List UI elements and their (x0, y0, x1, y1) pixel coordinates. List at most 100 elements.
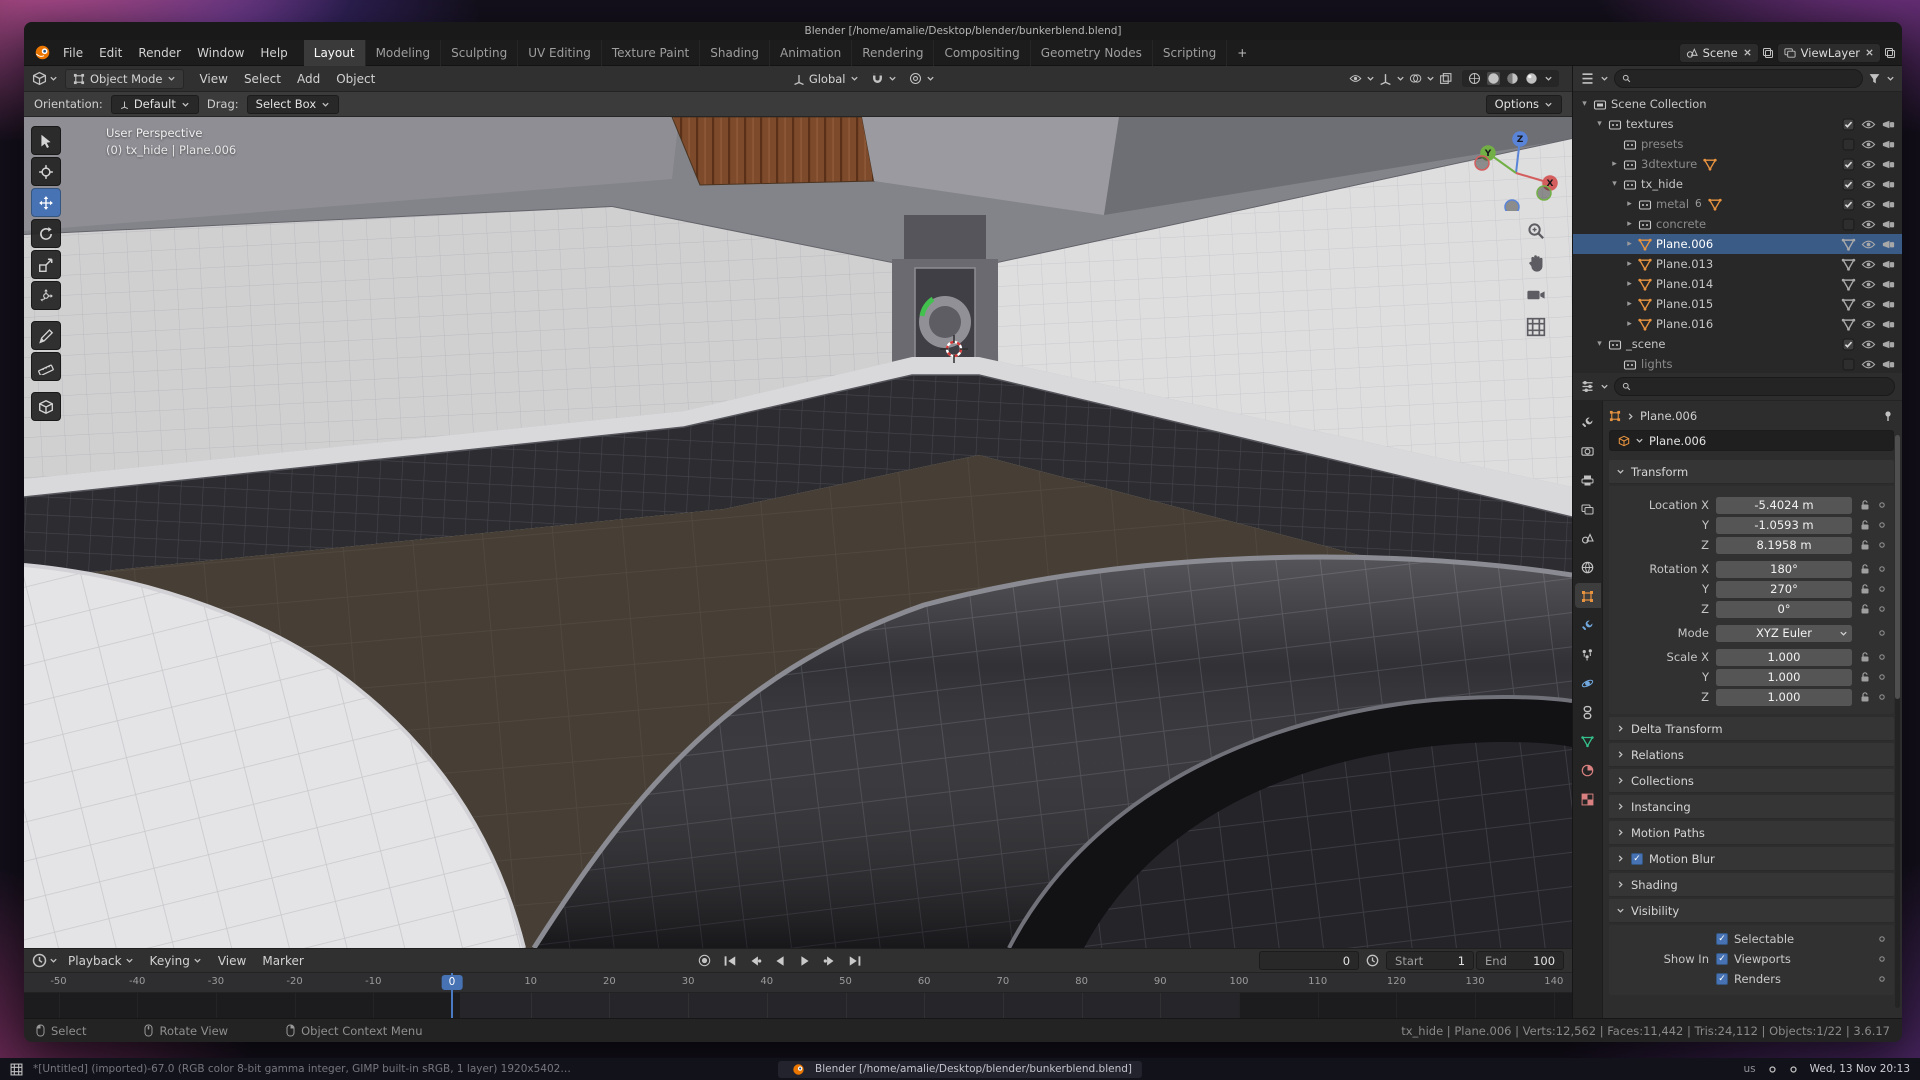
section-relations[interactable]: Relations (1609, 743, 1894, 767)
expander-icon[interactable]: ▸ (1624, 199, 1635, 209)
eye-toggle[interactable] (1861, 138, 1876, 151)
animate-dot[interactable] (1876, 955, 1888, 963)
check-toggle[interactable] (1841, 338, 1856, 351)
blender-logo-icon[interactable] (34, 44, 51, 61)
viewport-3d[interactable]: User Perspective (0) tx_hide | Plane.006… (24, 117, 1572, 948)
eye-toggle[interactable] (1861, 198, 1876, 211)
taskbar-window-blender[interactable]: Blender [/home/amalie/Desktop/blender/bu… (778, 1061, 1142, 1078)
outliner-row-plane-006[interactable]: ▸Plane.006 (1573, 234, 1902, 254)
animate-dot[interactable] (1876, 521, 1888, 529)
workspace-tab-shading[interactable]: Shading (700, 40, 770, 66)
eye-toggle[interactable] (1861, 158, 1876, 171)
outliner-search-field[interactable] (1614, 69, 1863, 88)
proportional-editing-toggle[interactable] (904, 69, 940, 89)
expander-icon[interactable]: ▸ (1624, 319, 1635, 329)
camera-toggle[interactable] (1881, 158, 1896, 171)
tool-add-cube[interactable] (31, 392, 61, 421)
expander-icon[interactable]: ▾ (1594, 119, 1605, 129)
axis-ball-neg-x[interactable] (1475, 156, 1489, 170)
check-toggle[interactable] (1841, 158, 1856, 171)
properties-tab-physics[interactable] (1575, 670, 1601, 695)
eye-toggle[interactable] (1861, 218, 1876, 231)
outliner-row-textures[interactable]: ▾textures (1573, 114, 1902, 134)
properties-tab-view-layer[interactable] (1575, 496, 1601, 521)
properties-tab-output[interactable] (1575, 467, 1601, 492)
section-collections[interactable]: Collections (1609, 769, 1894, 793)
new-scene-icon[interactable] (1762, 47, 1774, 59)
check-toggle[interactable] (1841, 198, 1856, 211)
view-layer-icon[interactable] (1784, 47, 1796, 59)
chevron-down-icon[interactable] (1426, 74, 1435, 83)
animate-dot[interactable] (1876, 935, 1888, 943)
properties-tab-material[interactable] (1575, 757, 1601, 782)
properties-tab-tool[interactable] (1575, 409, 1601, 434)
properties-tab-modifiers[interactable] (1575, 612, 1601, 637)
camera-toggle[interactable] (1881, 278, 1896, 291)
eye-toggle[interactable] (1861, 118, 1876, 131)
eye-toggle[interactable] (1861, 358, 1876, 371)
section-motion-paths[interactable]: Motion Paths (1609, 821, 1894, 845)
field-y[interactable]: 1.000 (1716, 669, 1852, 686)
workspace-tab-uv-editing[interactable]: UV Editing (518, 40, 602, 66)
eye-toggle[interactable] (1861, 258, 1876, 271)
properties-scrollbar[interactable] (1895, 435, 1900, 1008)
pin-icon[interactable] (1882, 410, 1894, 422)
uncheck-toggle[interactable] (1841, 138, 1856, 151)
properties-tab-constraints[interactable] (1575, 699, 1601, 724)
animate-dot[interactable] (1876, 605, 1888, 613)
field-z[interactable]: 0° (1716, 601, 1852, 618)
camera-toggle[interactable] (1881, 198, 1896, 211)
timeline-editor-type-icon[interactable] (32, 953, 47, 968)
animate-dot[interactable] (1876, 501, 1888, 509)
chevron-down-icon[interactable] (1886, 74, 1895, 83)
chevron-down-icon[interactable] (49, 956, 58, 965)
timeline-menu-marker[interactable]: Marker (254, 949, 311, 973)
menu-edit[interactable]: Edit (91, 40, 130, 66)
properties-tab-scene[interactable] (1575, 525, 1601, 550)
checkbox-checked[interactable]: ✓ (1716, 973, 1728, 985)
camera-toggle[interactable] (1881, 218, 1896, 231)
zoom-icon[interactable] (1526, 221, 1546, 241)
mesh-data-toggle[interactable] (1841, 278, 1856, 291)
camera-toggle[interactable] (1881, 358, 1896, 371)
workspace-tab-sculpting[interactable]: Sculpting (441, 40, 518, 66)
section-checkbox[interactable]: ✓ (1631, 853, 1643, 865)
tool-transform[interactable] (31, 281, 61, 310)
auto-keying-icon[interactable] (698, 954, 711, 967)
outliner-row-plane-016[interactable]: ▸Plane.016 (1573, 314, 1902, 334)
checkbox-checked[interactable]: ✓ (1716, 953, 1728, 965)
viewport-menu-view[interactable]: View (191, 66, 235, 92)
navigation-gizmo[interactable]: ZYX (1474, 127, 1558, 211)
properties-editor-type-icon[interactable] (1580, 379, 1595, 394)
outliner-row-scene-collection[interactable]: ▾Scene Collection (1573, 94, 1902, 114)
frame-start-field[interactable]: Start 1 (1386, 951, 1474, 970)
menu-render[interactable]: Render (130, 40, 189, 66)
camera-toggle[interactable] (1881, 178, 1896, 191)
field-y[interactable]: -1.0593 m (1716, 517, 1852, 534)
outliner-row-presets[interactable]: presets (1573, 134, 1902, 154)
lock-icon[interactable] (1857, 691, 1872, 703)
workspace-tab-texture-paint[interactable]: Texture Paint (602, 40, 700, 66)
camera-toggle[interactable] (1881, 118, 1896, 131)
axis-ball-neg-y[interactable] (1537, 186, 1551, 200)
properties-tab-object[interactable] (1575, 583, 1601, 608)
current-frame-indicator[interactable]: 0 (442, 975, 463, 990)
uncheck-toggle[interactable] (1841, 358, 1856, 371)
jump-to-start-icon[interactable] (723, 955, 737, 967)
expander-icon[interactable]: ▸ (1609, 159, 1620, 169)
lock-icon[interactable] (1857, 519, 1872, 531)
outliner-row-plane-014[interactable]: ▸Plane.014 (1573, 274, 1902, 294)
lock-icon[interactable] (1857, 603, 1872, 615)
playback-sync-icon[interactable] (1366, 954, 1379, 967)
keyboard-layout-indicator[interactable]: us (1744, 1063, 1756, 1075)
chevron-down-icon[interactable] (1544, 74, 1553, 83)
uncheck-toggle[interactable] (1841, 218, 1856, 231)
section-transform[interactable]: Transform (1609, 460, 1894, 484)
eye-toggle[interactable] (1861, 298, 1876, 311)
check-toggle[interactable] (1841, 178, 1856, 191)
animate-dot[interactable] (1876, 653, 1888, 661)
tray-icon[interactable] (1789, 1065, 1798, 1074)
mesh-data-toggle[interactable] (1841, 258, 1856, 271)
mesh-data-toggle[interactable] (1841, 238, 1856, 251)
animate-dot[interactable] (1876, 585, 1888, 593)
